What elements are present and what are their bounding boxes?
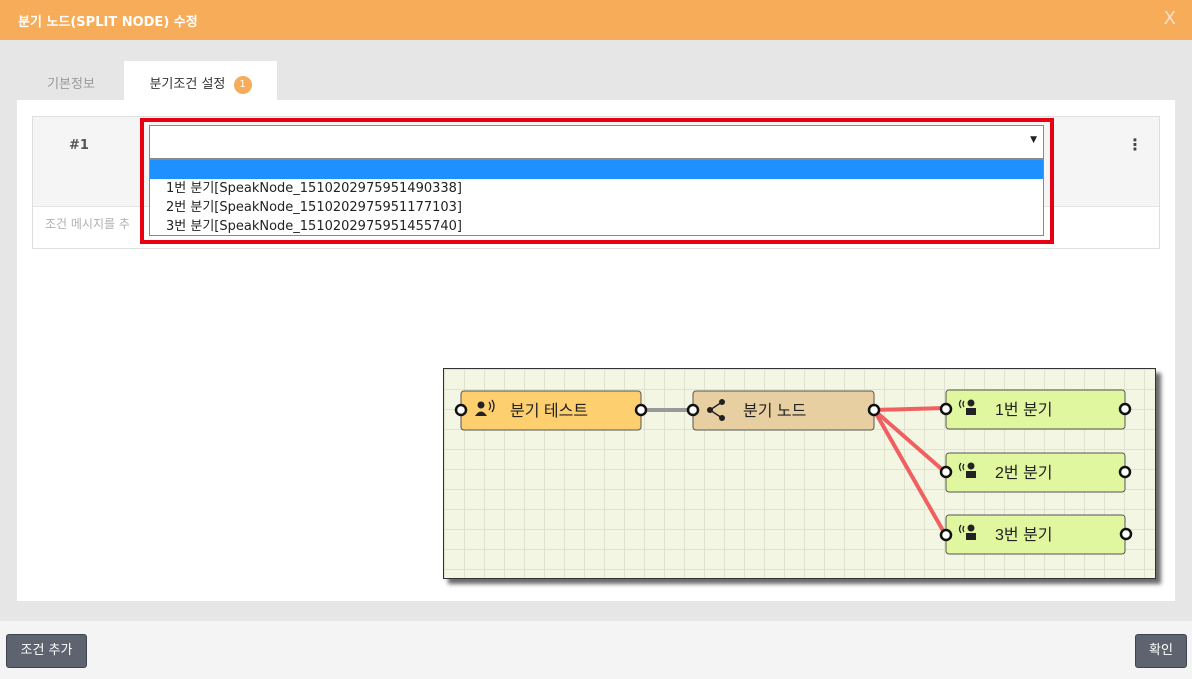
tab-basic-info[interactable]: 기본정보 — [18, 61, 124, 101]
count-badge: 1 — [233, 76, 252, 94]
select-option-branch-2[interactable]: 2번 분기[SpeakNode_1510202975951177103] — [150, 198, 1043, 217]
port-in[interactable] — [686, 403, 700, 417]
flow-node-branch-1[interactable]: 1번 분기 — [939, 389, 1132, 430]
port-out[interactable] — [1118, 402, 1132, 416]
dialog-titlebar: 분기 노드(SPLIT NODE) 수정 X — [0, 0, 1192, 40]
close-icon[interactable]: X — [1164, 8, 1176, 29]
flow-node-test-label: 분기 테스트 — [510, 402, 588, 420]
dialog-footer — [0, 621, 1192, 679]
select-option-empty[interactable] — [150, 160, 1043, 179]
dropdown-arrow-icon: ▼ — [1030, 135, 1037, 145]
flow-node-branch-1-label: 1번 분기 — [995, 401, 1053, 419]
port-in[interactable] — [454, 403, 468, 417]
dialog-title: 분기 노드(SPLIT NODE) 수정 — [18, 15, 198, 30]
select-option-branch-3[interactable]: 3번 분기[SpeakNode_1510202975951455740] — [150, 217, 1043, 236]
flow-node-split-label: 분기 노드 — [743, 402, 806, 420]
port-in[interactable] — [939, 465, 953, 479]
tab-branch-conditions[interactable]: 분기조건 설정 1 — [124, 61, 277, 101]
more-menu-icon[interactable]: ⋮ — [1127, 135, 1143, 155]
link-split-to-branch-1 — [873, 406, 946, 412]
flow-node-split[interactable]: 분기 노드 — [686, 390, 881, 431]
condition-message-input[interactable]: 조건 메시지를 추 — [45, 215, 130, 232]
port-out[interactable] — [867, 403, 881, 417]
flow-diagram: 분기 테스트 분기 노드 1번 분기 2번 분기 3번 분기 — [443, 368, 1156, 579]
select-option-branch-1[interactable]: 1번 분기[SpeakNode_1510202975951490338] — [150, 179, 1043, 198]
flow-diagram-canvas: 분기 테스트 분기 노드 1번 분기 2번 분기 3번 분기 — [454, 389, 1133, 555]
branch-select-options: 1번 분기[SpeakNode_1510202975951490338] 2번 … — [149, 159, 1044, 236]
port-out[interactable] — [634, 403, 648, 417]
port-in[interactable] — [939, 528, 953, 542]
port-out[interactable] — [1119, 527, 1133, 541]
flow-node-test[interactable]: 분기 테스트 — [454, 390, 648, 431]
add-condition-button[interactable]: 조건 추가 — [6, 634, 87, 668]
branch-select[interactable]: ▼ — [149, 125, 1044, 159]
flow-node-branch-2-label: 2번 분기 — [995, 464, 1053, 482]
tab-basic-info-label: 기본정보 — [47, 77, 95, 92]
port-in[interactable] — [939, 402, 953, 416]
confirm-button[interactable]: 확인 — [1135, 634, 1187, 668]
link-split-to-branch-2 — [872, 408, 947, 474]
port-out[interactable] — [1118, 465, 1132, 479]
flow-node-branch-3-label: 3번 분기 — [995, 526, 1053, 544]
flow-node-branch-2[interactable]: 2번 분기 — [939, 452, 1132, 493]
condition-number: #1 — [69, 138, 89, 153]
tab-branch-conditions-label: 분기조건 설정 — [149, 77, 226, 92]
link-split-to-branch-3 — [872, 409, 947, 535]
flow-node-branch-3[interactable]: 3번 분기 — [939, 514, 1133, 555]
